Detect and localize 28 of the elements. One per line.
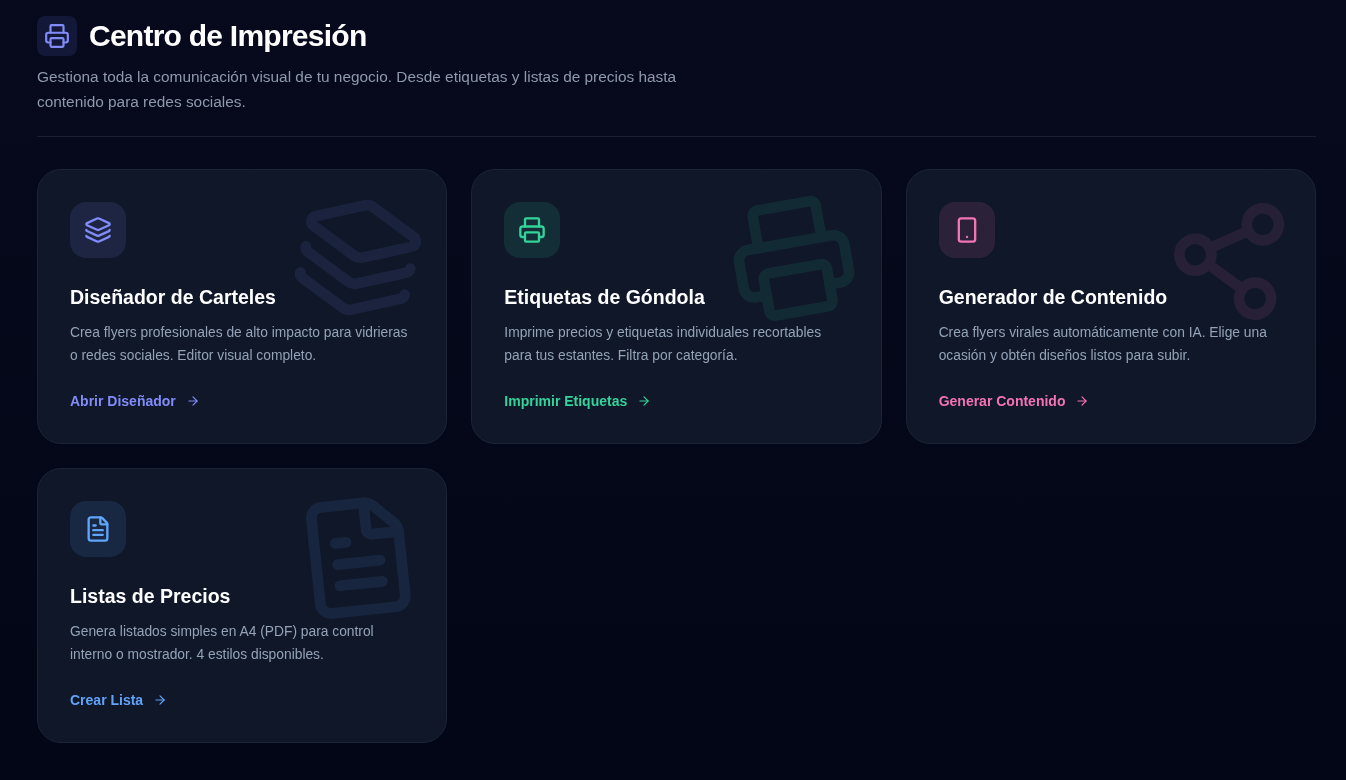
card-title: Listas de Precios [70,584,232,609]
action-link[interactable]: Generar Contenido [938,391,1090,411]
card-title: Generador de Contenido [938,285,1169,310]
share-icon [1173,202,1285,320]
card-description: Imprime precios y etiquetas individuales recortables para tus estantes. Filtra por categoría. [504,324,823,365]
card-title: Diseñador de Carteles [70,285,277,310]
card-description: Crea flyers profesionales de alto impacto para vidrieras o redes sociales. Editor visual completo. [70,324,409,365]
card-description: Genera listados simples en A4 (PDF) para control interno o mostrador. 4 estilos disponibles. [70,623,375,664]
action-link[interactable]: Crear Lista [70,690,168,710]
arrow-right-icon [1075,394,1090,408]
document-icon [70,501,126,557]
page-title: Centro de Impresión [89,18,367,54]
tool-card[interactable]: Listas de Precios Genera listados simples en A4 (PDF) para control interno o mostrador. 4 estilos disponibles. Crear Lista [37,468,448,743]
arrow-right-icon [637,394,652,408]
tool-card[interactable]: Generador de Contenido Crea flyers virales automáticamente con IA. Elige una ocasión y obtén diseños listos para subir. Generar Contenido [905,169,1316,444]
card-title: Etiquetas de Góndola [504,285,706,310]
layers-icon [70,202,126,258]
printer-icon [504,202,561,258]
printer-icon [37,16,77,56]
card-description: Crea flyers virales automáticamente con IA. Elige una ocasión y obtén diseños listos para subir. [938,324,1268,365]
arrow-right-icon [153,693,168,707]
tool-card[interactable]: Diseñador de Carteles Crea flyers profesionales de alto impacto para vidrieras o redes sociales. Editor visual completo. Abrir Diseñador [37,169,448,444]
action-link[interactable]: Imprimir Etiquetas [504,391,652,411]
action-link[interactable]: Abrir Diseñador [70,391,200,411]
arrow-right-icon [185,394,200,408]
page-description: Gestiona toda la comunicación visual de tu negocio. Desde etiquetas y listas de precios hasta contenido para redes sociales. [37,67,678,112]
tool-card[interactable]: Etiquetas de Góndola Imprime precios y etiquetas individuales recortables para tus estantes. Filtra por categoría. Imprimir Etiquetas [471,169,882,444]
smartphone-icon [938,202,995,258]
